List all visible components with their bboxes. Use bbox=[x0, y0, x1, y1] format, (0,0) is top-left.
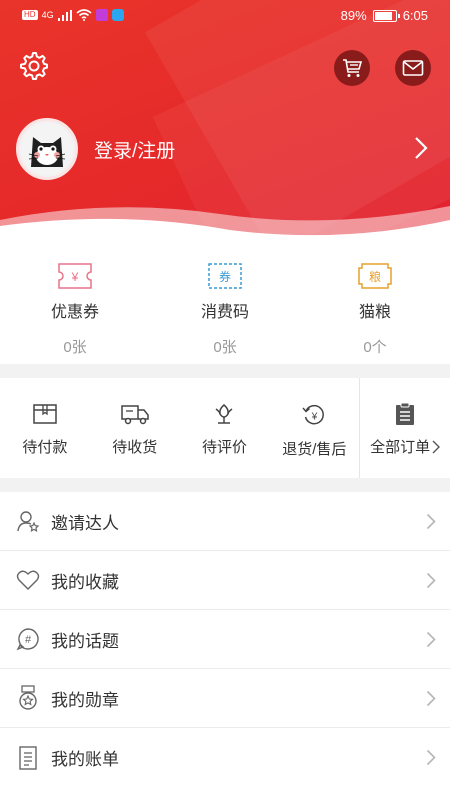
mail-icon bbox=[402, 60, 424, 76]
clipboard-icon bbox=[396, 402, 415, 425]
wifi-icon bbox=[76, 9, 92, 21]
voucher-code-icon: 券 bbox=[208, 263, 242, 289]
invite-icon bbox=[16, 509, 40, 533]
svg-text:粮: 粮 bbox=[369, 269, 381, 284]
svg-text:¥: ¥ bbox=[71, 270, 79, 284]
chevron-right-icon bbox=[426, 572, 436, 589]
cart-icon bbox=[343, 59, 363, 77]
order-pending-delivery[interactable]: 待收货 bbox=[90, 378, 180, 478]
order-pending-payment[interactable]: 待付款 bbox=[0, 378, 90, 478]
settings-gear-icon[interactable] bbox=[18, 50, 50, 82]
pending-payment-label: 待付款 bbox=[22, 439, 68, 456]
menu-label: 我的话题 bbox=[51, 631, 119, 651]
cat-food-label: 猫粮 bbox=[358, 304, 391, 321]
consumption-code-entry[interactable]: 券 消费码 0张 bbox=[150, 238, 300, 364]
menu-label: 邀请达人 bbox=[51, 513, 119, 533]
header-wave-decoration bbox=[0, 206, 450, 240]
cat-food-count: 0个 bbox=[363, 339, 387, 356]
medal-icon bbox=[16, 685, 40, 710]
chevron-right-icon bbox=[426, 690, 436, 707]
battery-percent: 89% bbox=[340, 8, 367, 23]
menu-item-favorites[interactable]: 我的收藏 bbox=[0, 551, 450, 610]
menu-item-invite[interactable]: 邀请达人 bbox=[0, 492, 450, 551]
chevron-right-icon bbox=[426, 631, 436, 648]
refund-icon: ¥ bbox=[302, 404, 325, 425]
coupon-ticket-icon: ¥ bbox=[58, 263, 92, 289]
all-orders-label: 全部订单 bbox=[370, 436, 441, 457]
all-orders[interactable]: 全部订单 bbox=[359, 378, 450, 478]
topic-icon: # bbox=[16, 627, 40, 651]
search-app-icon bbox=[111, 9, 124, 21]
order-pending-review[interactable]: 待评价 bbox=[180, 378, 270, 478]
menu-item-topics[interactable]: # 我的话题 bbox=[0, 610, 450, 669]
signal-icon bbox=[57, 9, 72, 21]
coupon-entry[interactable]: ¥ 优惠券 0张 bbox=[0, 238, 150, 364]
svg-text:#: # bbox=[25, 634, 32, 646]
svg-text:¥: ¥ bbox=[311, 412, 318, 423]
network-label: 4G bbox=[41, 10, 54, 20]
login-register-link[interactable]: 登录/注册 bbox=[94, 136, 175, 163]
truck-icon bbox=[120, 405, 149, 425]
order-returns-aftersales[interactable]: ¥ 退货/售后 bbox=[269, 378, 359, 478]
login-register-row[interactable]: 登录/注册 bbox=[16, 118, 436, 180]
bill-icon bbox=[16, 745, 40, 770]
coupon-label: 优惠券 bbox=[50, 304, 99, 321]
menu-label: 我的勋章 bbox=[51, 690, 119, 710]
messages-button[interactable] bbox=[395, 50, 431, 86]
menu-label: 我的账单 bbox=[51, 750, 119, 769]
svg-text:券: 券 bbox=[219, 269, 231, 284]
shopping-cart-button[interactable] bbox=[334, 50, 370, 86]
status-bar: HD 4G 89% 6:05 bbox=[0, 0, 450, 32]
cat-avatar-icon bbox=[21, 123, 73, 175]
returns-label: 退货/售后 bbox=[282, 441, 347, 458]
consumption-code-label: 消费码 bbox=[200, 304, 249, 321]
flower-icon bbox=[216, 404, 233, 424]
hd-icon: HD bbox=[22, 10, 38, 20]
chevron-right-icon bbox=[432, 440, 441, 453]
pending-review-label: 待评价 bbox=[201, 439, 247, 456]
orders-row: 待付款 待收货 待评价 ¥ 退货/售后 全部订单 bbox=[0, 378, 450, 478]
settings-menu-list: 邀请达人 我的收藏 # 我的话题 我的勋章 我的账单 bbox=[0, 492, 450, 800]
assets-row: ¥ 优惠券 0张 券 消费码 0张 粮 猫粮 0个 bbox=[0, 238, 450, 364]
cat-food-entry[interactable]: 粮 猫粮 0个 bbox=[300, 238, 450, 364]
clock: 6:05 bbox=[402, 8, 428, 23]
battery-icon bbox=[372, 9, 400, 22]
app-notification-icon bbox=[95, 9, 108, 21]
coupon-count: 0张 bbox=[63, 339, 87, 356]
menu-item-medals[interactable]: 我的勋章 bbox=[0, 669, 450, 728]
menu-label: 我的收藏 bbox=[51, 572, 119, 592]
consumption-code-count: 0张 bbox=[213, 339, 237, 356]
pending-delivery-label: 待收货 bbox=[112, 439, 158, 456]
chevron-right-icon bbox=[415, 137, 428, 159]
wallet-icon bbox=[33, 404, 57, 424]
cat-food-ticket-icon: 粮 bbox=[358, 263, 392, 289]
heart-icon bbox=[16, 568, 40, 592]
chevron-right-icon bbox=[426, 513, 436, 530]
profile-header: HD 4G 89% 6:05 登录/注册 bbox=[0, 0, 450, 240]
avatar[interactable] bbox=[16, 118, 78, 180]
chevron-right-icon bbox=[426, 749, 436, 766]
menu-item-bills[interactable]: 我的账单 bbox=[0, 728, 450, 787]
